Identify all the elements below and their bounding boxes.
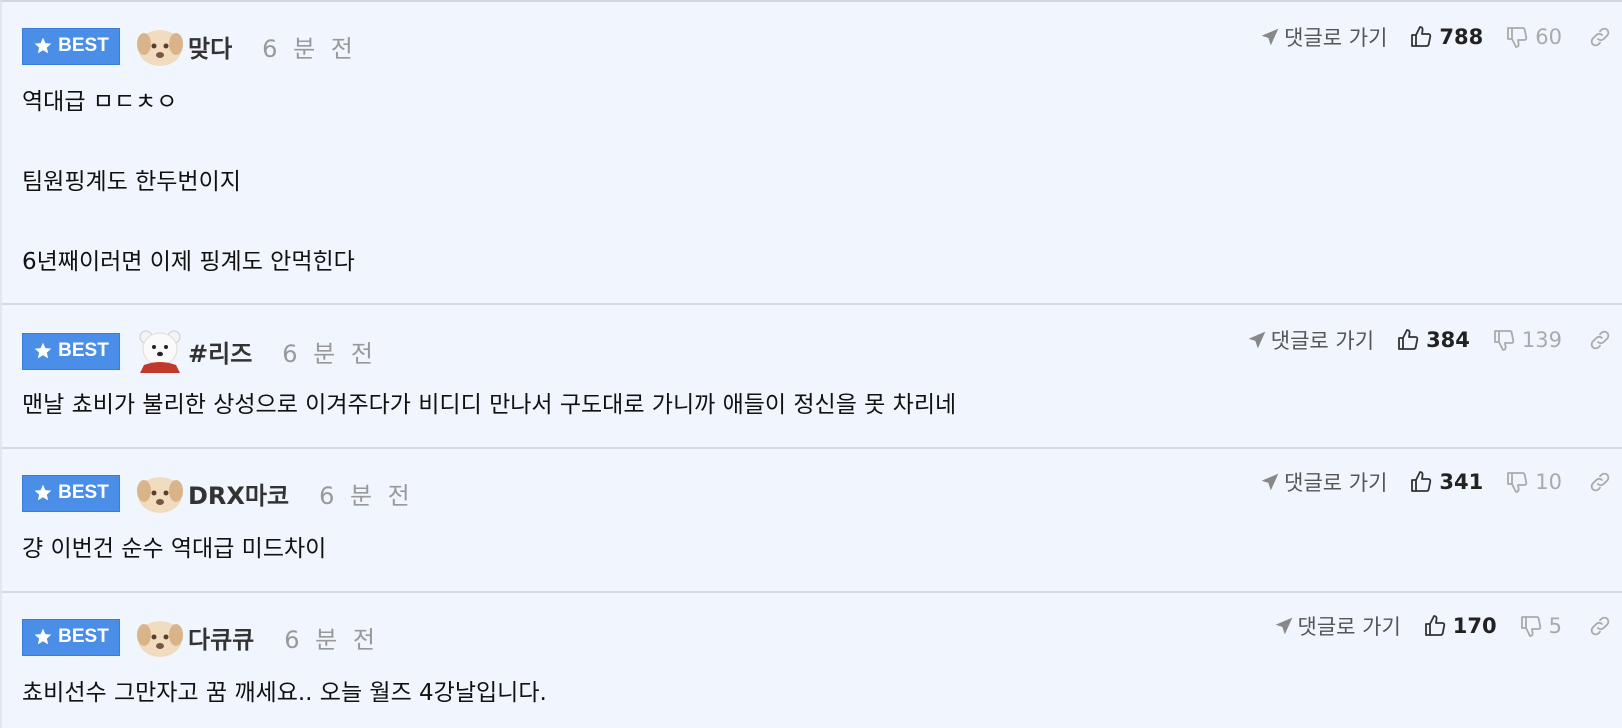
best-badge-label: BEST (58, 482, 109, 503)
comment-body: 역대급 ㅁㄷㅊㅇ 팀원핑계도 한두번이지 6년째이러면 이제 핑계도 안먹힌다 (22, 89, 355, 275)
goto-comment-label: 댓글로 가기 (1270, 329, 1375, 353)
upvote-button[interactable]: 341 (1409, 470, 1483, 494)
link-icon (1590, 472, 1610, 492)
downvote-count: 60 (1535, 25, 1562, 49)
goto-comment-label: 댓글로 가기 (1284, 26, 1388, 50)
downvote-button[interactable]: 139 (1492, 328, 1562, 352)
goto-comment-link[interactable]: 댓글로 가기 (1260, 22, 1387, 52)
upvote-button[interactable]: 384 (1396, 328, 1470, 352)
downvote-count: 5 (1548, 614, 1562, 638)
comment-actions: 댓글로 가기 788 60 (1260, 22, 1612, 52)
nickname[interactable]: DRX마코 (188, 476, 289, 511)
best-badge-label: BEST (58, 340, 109, 361)
navigation-arrow-icon (1261, 28, 1279, 46)
thumbs-down-icon (1507, 27, 1528, 48)
best-badge-label: BEST (58, 626, 109, 647)
upvote-count: 341 (1439, 470, 1484, 494)
star-icon (34, 628, 52, 645)
comment-item: BEST 다큐큐 6 분 전 댓글로 가기 170 5 쵸비선수 그만자고 꿈 … (2, 593, 1622, 728)
star-icon (34, 342, 52, 359)
copy-link-button[interactable] (1588, 470, 1612, 494)
comment-header: BEST DRX마코 6 분 전 (22, 471, 414, 515)
best-badge-label: BEST (58, 35, 109, 56)
goto-comment-label: 댓글로 가기 (1284, 471, 1388, 495)
thumbs-up-icon (1411, 471, 1432, 492)
link-icon (1590, 27, 1610, 47)
copy-link-button[interactable] (1588, 614, 1612, 638)
comment-header: BEST #리즈 6 분 전 (22, 329, 377, 373)
navigation-arrow-icon (1248, 331, 1266, 349)
best-badge: BEST (22, 474, 120, 512)
timestamp: 6 분 전 (262, 34, 357, 63)
goto-comment-link[interactable]: 댓글로 가기 (1260, 467, 1387, 497)
thumbs-down-icon (1520, 616, 1541, 637)
best-badge: BEST (22, 332, 120, 370)
comment-actions: 댓글로 가기 341 10 (1260, 467, 1612, 497)
comment-body: 걍 이번건 순수 역대급 미드차이 (22, 536, 327, 562)
comment-body: 쵸비선수 그만자고 꿈 깨세요.. 오늘 월즈 4강날입니다. (22, 680, 547, 706)
thumbs-up-icon (1411, 26, 1432, 47)
comment-item: BEST #리즈 6 분 전 댓글로 가기 384 139 맨날 쵸비가 불리한… (2, 305, 1622, 449)
thumbs-down-icon (1494, 330, 1515, 351)
best-comment-list: BEST 맞다 6 분 전 댓글로 가기 788 60 역대급 ㅁㄷㅊㅇ 팀원핑… (0, 0, 1622, 728)
thumbs-down-icon (1507, 472, 1528, 493)
thumbs-up-icon (1424, 615, 1446, 636)
nickname[interactable]: #리즈 (188, 334, 252, 369)
link-icon (1590, 616, 1610, 636)
downvote-count: 139 (1521, 328, 1562, 352)
upvote-count: 170 (1452, 614, 1497, 638)
navigation-arrow-icon (1261, 473, 1279, 491)
comment-actions: 댓글로 가기 384 139 (1247, 325, 1612, 355)
comment-item: BEST DRX마코 6 분 전 댓글로 가기 341 10 걍 이번건 순수 … (2, 449, 1622, 593)
best-badge: BEST (22, 618, 120, 656)
puppy-avatar[interactable] (136, 615, 184, 659)
link-icon (1590, 330, 1610, 350)
downvote-button[interactable]: 5 (1519, 614, 1562, 638)
copy-link-button[interactable] (1588, 25, 1612, 49)
downvote-count: 10 (1535, 470, 1562, 494)
nickname[interactable]: 맞다 (188, 29, 232, 64)
goto-comment-label: 댓글로 가기 (1297, 615, 1401, 639)
downvote-button[interactable]: 60 (1505, 25, 1562, 49)
downvote-button[interactable]: 10 (1505, 470, 1562, 494)
copy-link-button[interactable] (1588, 328, 1612, 352)
upvote-button[interactable]: 170 (1423, 614, 1497, 638)
timestamp: 6 분 전 (319, 481, 414, 510)
comment-actions: 댓글로 가기 170 5 (1274, 611, 1613, 641)
navigation-arrow-icon (1275, 617, 1292, 635)
star-icon (34, 37, 52, 54)
goto-comment-link[interactable]: 댓글로 가기 (1247, 325, 1374, 355)
upvote-count: 788 (1439, 25, 1484, 49)
best-badge: BEST (22, 27, 120, 65)
goto-comment-link[interactable]: 댓글로 가기 (1274, 611, 1401, 641)
comment-header: BEST 맞다 6 분 전 (22, 24, 357, 68)
puppy-avatar[interactable] (136, 24, 184, 68)
polar-bear-avatar[interactable] (136, 329, 184, 373)
upvote-count: 384 (1426, 328, 1470, 352)
comment-header: BEST 다큐큐 6 분 전 (22, 615, 379, 659)
comment-item: BEST 맞다 6 분 전 댓글로 가기 788 60 역대급 ㅁㄷㅊㅇ 팀원핑… (2, 2, 1622, 305)
thumbs-up-icon (1398, 329, 1419, 350)
nickname[interactable]: 다큐큐 (188, 620, 254, 655)
timestamp: 6 분 전 (284, 625, 379, 654)
star-icon (34, 484, 52, 501)
upvote-button[interactable]: 788 (1409, 25, 1483, 49)
comment-body: 맨날 쵸비가 불리한 상성으로 이겨주다가 비디디 만나서 구도대로 가니까 애… (22, 392, 957, 418)
puppy-avatar[interactable] (136, 471, 184, 515)
timestamp: 6 분 전 (282, 339, 377, 368)
